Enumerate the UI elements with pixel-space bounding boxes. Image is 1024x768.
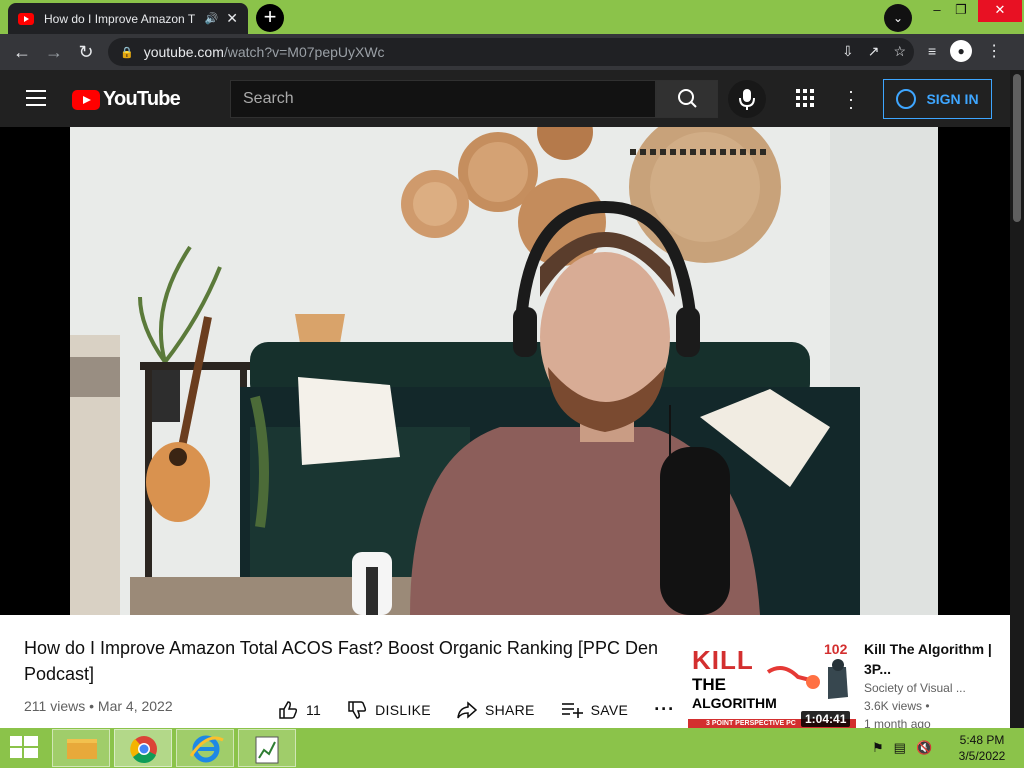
save-button[interactable]: SAVE [561, 700, 629, 720]
thumbs-down-icon [348, 700, 367, 719]
url-host: youtube.com [143, 44, 224, 60]
recommended-views: 3.6K views • [864, 699, 930, 713]
more-actions-icon[interactable]: ··· [654, 699, 675, 720]
tab-search-icon[interactable]: ⌄ [884, 4, 912, 32]
volume-muted-icon[interactable]: 🔇 [916, 740, 932, 756]
youtube-wordmark: YouTube [103, 88, 181, 110]
internet-explorer-icon[interactable] [176, 729, 234, 767]
thumbs-up-icon [279, 700, 298, 719]
thumb-the-text: THE [692, 675, 726, 694]
network-icon[interactable]: ▤ [894, 740, 906, 756]
address-bar[interactable]: 🔒 youtube.com/watch?v=M07pepUyXWc ⇩ ↗ ☆ [108, 38, 914, 66]
view-count: 211 views [24, 698, 86, 714]
share-page-icon[interactable]: ↗ [868, 43, 880, 60]
search-button[interactable] [656, 80, 718, 118]
browser-tab[interactable]: How do I Improve Amazon T 🔊 ✕ [8, 3, 248, 34]
sign-in-button[interactable]: SIGN IN [883, 79, 992, 119]
video-title: How do I Improve Amazon Total ACOS Fast?… [24, 638, 658, 684]
clock-date: 3/5/2022 [958, 749, 1006, 763]
close-window-icon[interactable]: ✕ [978, 0, 1022, 22]
browser-tab-strip: How do I Improve Amazon T 🔊 ✕ + ⌄ – ❐ ✕ [0, 0, 1024, 34]
share-label: SHARE [484, 701, 535, 718]
restore-icon[interactable]: ❐ [946, 0, 976, 22]
scrollbar-thumb[interactable] [1013, 74, 1021, 222]
youtube-logo[interactable]: YouTube [72, 88, 181, 111]
url-path: /watch?v=M07pepUyXWc [223, 44, 385, 60]
windows-start-icon[interactable] [10, 736, 38, 760]
microphone-icon [739, 89, 755, 110]
add-to-playlist-icon [561, 702, 583, 718]
video-duration-badge: 1:04:41 [801, 711, 851, 727]
sign-in-label: SIGN IN [926, 91, 979, 107]
video-meta: 211 views • Mar 4, 2022 [24, 698, 173, 714]
bookmark-star-icon[interactable]: ☆ [893, 43, 906, 60]
upload-date: Mar 4, 2022 [97, 698, 173, 714]
back-icon[interactable]: ← [6, 42, 38, 63]
thumb-kill-text: KILL [692, 645, 754, 675]
chart-app-icon[interactable] [238, 729, 296, 767]
close-tab-icon[interactable]: ✕ [226, 10, 238, 27]
forward-icon[interactable]: → [38, 42, 70, 63]
like-count: 11 [306, 701, 322, 718]
save-label: SAVE [590, 701, 629, 718]
file-explorer-icon[interactable] [52, 729, 110, 767]
thumb-banner-text: 3 POINT PERSPECTIVE PC [706, 720, 796, 727]
browser-toolbar: ← → ↻ 🔒 youtube.com/watch?v=M07pepUyXWc … [0, 34, 1024, 70]
page-scrollbar[interactable] [1010, 70, 1024, 728]
youtube-play-icon [72, 89, 100, 110]
recommended-title[interactable]: Kill The Algorithm | 3P... [864, 639, 1004, 679]
clock-time: 5:48 PM [959, 733, 1005, 747]
video-info-panel: How do I Improve Amazon Total ACOS Fast?… [0, 615, 1010, 731]
youtube-favicon-icon [18, 12, 34, 25]
lock-icon[interactable]: 🔒 [120, 46, 134, 59]
like-button[interactable]: 11 [278, 700, 321, 720]
dislike-label: DISLIKE [375, 701, 431, 718]
settings-more-icon[interactable]: · · · [848, 82, 854, 116]
new-tab-button[interactable]: + [256, 4, 284, 32]
video-actions: 11 DISLIKE SHARE SAVE ··· [278, 699, 701, 720]
voice-search-button[interactable] [728, 80, 766, 118]
install-icon[interactable]: ⇩ [842, 43, 854, 60]
action-center-flag-icon[interactable]: ⚑ [872, 740, 884, 756]
windows-taskbar: ⚑ ▤ 🔇 5:48 PM 3/5/2022 [0, 728, 1024, 768]
user-circle-icon [896, 89, 917, 109]
search-icon [678, 89, 697, 108]
video-frame[interactable] [70, 127, 938, 615]
video-still-image [70, 127, 938, 615]
dislike-button[interactable]: DISLIKE [347, 700, 431, 720]
recommended-info[interactable]: Kill The Algorithm | 3P... Society of Vi… [864, 639, 1004, 733]
recommended-channel[interactable]: Society of Visual ... [864, 679, 1004, 697]
hamburger-menu-icon[interactable] [26, 90, 46, 111]
youtube-masthead: YouTube Search · · · SIGN IN [0, 70, 1010, 127]
share-button[interactable]: SHARE [457, 700, 535, 720]
video-player[interactable] [0, 127, 1010, 730]
system-tray: ⚑ ▤ 🔇 [872, 740, 932, 756]
media-control-icon[interactable]: ≡ [928, 43, 936, 59]
thumb-number-text: 102 [824, 641, 848, 657]
thumb-algorithm-text: ALGORITHM [692, 695, 777, 711]
speaker-icon[interactable]: 🔊 [205, 12, 219, 25]
reload-icon[interactable]: ↻ [70, 42, 102, 63]
chrome-taskbar-icon[interactable] [114, 729, 172, 767]
chrome-menu-icon[interactable]: ⋮ [986, 41, 1002, 61]
apps-grid-icon[interactable] [796, 89, 814, 107]
taskbar-clock[interactable]: 5:48 PM 3/5/2022 [944, 732, 1020, 764]
tab-title: How do I Improve Amazon T [44, 11, 196, 26]
search-input[interactable]: Search [230, 80, 656, 118]
share-arrow-icon [457, 700, 477, 719]
profile-avatar[interactable]: ● [950, 40, 973, 62]
